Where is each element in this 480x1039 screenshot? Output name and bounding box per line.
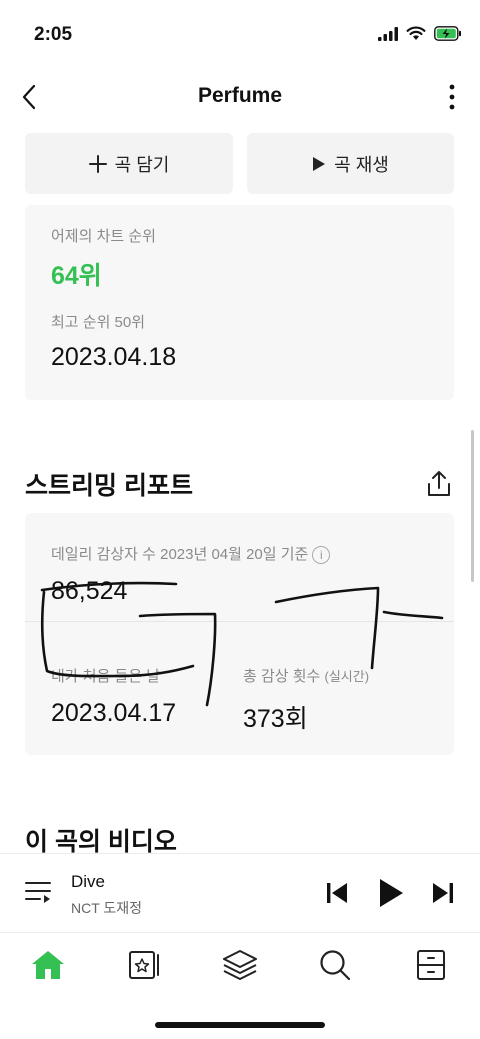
total-plays-sub: (실시간) bbox=[324, 669, 370, 684]
mini-player[interactable]: Dive NCT 도재정 bbox=[0, 853, 480, 931]
daily-listeners-value: 86,524 bbox=[51, 577, 128, 605]
total-plays-value: 373회 bbox=[243, 705, 308, 733]
share-icon bbox=[428, 471, 450, 496]
signal-icon bbox=[378, 26, 398, 41]
home-icon bbox=[32, 951, 64, 979]
play-button[interactable] bbox=[377, 876, 405, 910]
playlist-button[interactable] bbox=[24, 879, 52, 905]
daily-listeners-label-text: 데일리 감상자 수 2023년 04월 20일 기준 bbox=[51, 546, 309, 563]
play-icon bbox=[380, 879, 403, 907]
info-icon[interactable]: i bbox=[312, 546, 331, 565]
play-icon bbox=[313, 156, 326, 171]
battery-charging-icon bbox=[434, 26, 461, 41]
search-icon bbox=[320, 950, 351, 981]
divider bbox=[25, 621, 454, 622]
tab-search[interactable] bbox=[315, 945, 355, 985]
header: Perfume bbox=[0, 70, 480, 126]
plus-icon bbox=[88, 154, 107, 173]
first-listened-label: 내가 처음 들은 날 bbox=[51, 668, 161, 685]
skip-previous-icon bbox=[327, 883, 347, 903]
tab-browse[interactable] bbox=[220, 945, 260, 985]
total-plays-label: 총 감상 횟수 (실시간) bbox=[243, 665, 369, 686]
total-plays-label-text: 총 감상 횟수 bbox=[243, 668, 321, 685]
tab-storage[interactable] bbox=[411, 945, 451, 985]
library-icon bbox=[129, 951, 159, 979]
tab-home[interactable] bbox=[28, 945, 68, 985]
add-song-button[interactable]: 곡 담기 bbox=[25, 133, 233, 194]
status-time: 2:05 bbox=[34, 24, 73, 45]
scrollbar[interactable] bbox=[471, 430, 474, 582]
more-vertical-icon bbox=[449, 84, 455, 110]
yesterday-rank-label: 어제의 차트 순위 bbox=[51, 228, 156, 245]
daily-listeners-label: 데일리 감상자 수 2023년 04월 20일 기준 i bbox=[51, 543, 331, 565]
play-song-label: 곡 재생 bbox=[334, 154, 389, 175]
first-listened-value: 2023.04.17 bbox=[51, 699, 177, 727]
chart-rank-card: 어제의 차트 순위 64위 최고 순위 50위 2023.04.18 bbox=[25, 205, 454, 400]
status-icons bbox=[378, 26, 462, 41]
skip-next-icon bbox=[433, 883, 453, 903]
streaming-report-card: 데일리 감상자 수 2023년 04월 20일 기준 i 86,524 내가 처음… bbox=[25, 513, 454, 755]
wifi-icon bbox=[406, 26, 426, 40]
previous-button[interactable] bbox=[324, 876, 350, 910]
status-bar: 2:05 bbox=[0, 0, 480, 70]
tab-library[interactable] bbox=[124, 945, 164, 985]
best-rank-date: 2023.04.18 bbox=[51, 343, 177, 371]
streaming-report-title: 스트리밍 리포트 bbox=[25, 472, 193, 500]
now-playing-title: Dive bbox=[71, 872, 106, 891]
drawer-icon bbox=[417, 950, 445, 980]
now-playing-artist: NCT 도재정 bbox=[71, 900, 143, 916]
add-song-label: 곡 담기 bbox=[114, 154, 170, 175]
yesterday-rank-value: 64위 bbox=[51, 262, 102, 290]
next-button[interactable] bbox=[430, 876, 456, 910]
more-options-button[interactable] bbox=[442, 80, 462, 114]
best-rank-label: 최고 순위 50위 bbox=[51, 314, 146, 331]
home-indicator bbox=[155, 1022, 325, 1028]
play-song-button[interactable]: 곡 재생 bbox=[247, 133, 454, 194]
playlist-icon bbox=[25, 882, 51, 903]
layers-icon bbox=[223, 950, 257, 980]
share-button[interactable] bbox=[426, 470, 452, 498]
page-title: Perfume bbox=[197, 84, 283, 107]
